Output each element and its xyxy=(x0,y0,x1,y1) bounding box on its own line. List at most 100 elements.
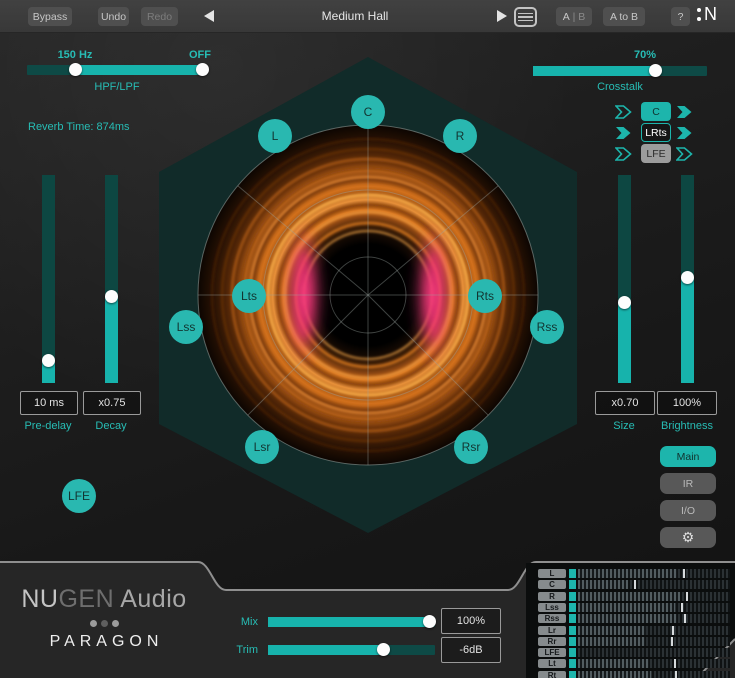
meter-row-lss: Lss xyxy=(538,603,732,612)
meter-bar xyxy=(578,671,730,678)
meter-bar xyxy=(578,580,730,589)
meter-row-r: R xyxy=(538,592,732,601)
meter-label: Lss xyxy=(538,603,566,612)
meter-bar xyxy=(578,637,730,646)
ab-compare-button[interactable]: A | B xyxy=(556,7,592,26)
meter-bar xyxy=(578,592,730,601)
meter-peak-tick xyxy=(686,592,688,601)
meter-peak-tick xyxy=(683,569,685,578)
meter-input-block xyxy=(569,569,576,578)
channel-node-c[interactable]: C xyxy=(351,95,385,129)
mix-value-box[interactable]: 100% xyxy=(441,608,501,634)
trim-handle[interactable] xyxy=(377,643,390,656)
meter-row-lr: Lr xyxy=(538,626,732,635)
meter-row-rt: Rt xyxy=(538,671,732,678)
meter-bar xyxy=(578,626,730,635)
meter-peak-tick xyxy=(674,659,676,668)
tab-main[interactable]: Main xyxy=(660,446,716,467)
previous-preset-icon[interactable] xyxy=(204,10,214,22)
channel-node-rts[interactable]: Rts xyxy=(468,279,502,313)
meter-bar xyxy=(578,603,730,612)
channel-node-rsr[interactable]: Rsr xyxy=(454,430,488,464)
meter-peak-tick xyxy=(684,614,686,623)
mix-handle[interactable] xyxy=(423,615,436,628)
brand-name: NUGEN Audio xyxy=(14,585,194,614)
channel-node-lfe[interactable]: LFE xyxy=(62,479,96,513)
preset-name[interactable]: Medium Hall xyxy=(220,9,490,23)
next-preset-icon[interactable] xyxy=(497,10,507,22)
trim-label: Trim xyxy=(198,644,258,656)
a-to-b-button[interactable]: A to B xyxy=(603,7,645,26)
paragon-plugin-window: Bypass Undo Redo Medium Hall A | B A to … xyxy=(0,0,735,678)
meter-row-l: L xyxy=(538,569,732,578)
brightness-value-box[interactable]: 100% xyxy=(657,391,717,415)
nugen-n-logo: N xyxy=(697,5,717,23)
gear-icon: ⚙ xyxy=(682,529,695,546)
channel-node-lss[interactable]: Lss xyxy=(169,310,203,344)
tab-ir[interactable]: IR xyxy=(660,473,716,494)
meter-label: Rss xyxy=(538,614,566,623)
logo-dots-icon xyxy=(697,8,701,21)
product-name: PARAGON xyxy=(14,633,194,651)
pre-delay-value-box[interactable]: 10 ms xyxy=(20,391,78,415)
ab-a-label: A xyxy=(563,11,570,23)
meter-peak-tick xyxy=(675,671,677,678)
brand-dots-icon xyxy=(14,620,194,627)
meter-input-block xyxy=(569,592,576,601)
meter-input-block xyxy=(569,648,576,657)
trim-slider[interactable] xyxy=(268,645,435,655)
meter-peak-tick xyxy=(681,603,683,612)
meter-input-block xyxy=(569,626,576,635)
ab-separator: | xyxy=(573,11,576,23)
meter-bar xyxy=(578,614,730,623)
footer-panel: NUGEN Audio PARAGON Mix 100% Trim -6dB L… xyxy=(0,558,735,678)
meter-row-lt: Lt xyxy=(538,659,732,668)
meter-input-block xyxy=(569,637,576,646)
brand-block: NUGEN Audio PARAGON xyxy=(14,585,194,651)
channel-node-l[interactable]: L xyxy=(258,119,292,153)
channel-node-lsr[interactable]: Lsr xyxy=(245,430,279,464)
channel-node-lts[interactable]: Lts xyxy=(232,279,266,313)
meter-row-rss: Rss xyxy=(538,614,732,623)
settings-button[interactable]: ⚙ xyxy=(660,527,716,548)
meter-bar xyxy=(578,569,730,578)
meter-bar xyxy=(578,659,730,668)
meter-bar xyxy=(578,648,730,657)
meter-peak-tick xyxy=(634,580,636,589)
size-value-box[interactable]: x0.70 xyxy=(595,391,655,415)
tab-io[interactable]: I/O xyxy=(660,500,716,521)
meter-input-block xyxy=(569,614,576,623)
meter-input-block xyxy=(569,659,576,668)
ab-b-label: B xyxy=(578,11,585,23)
mix-label: Mix xyxy=(198,616,258,628)
meter-label: Rt xyxy=(538,671,566,678)
preset-list-icon[interactable] xyxy=(514,7,537,27)
meter-label: LFE xyxy=(538,648,566,657)
meter-label: R xyxy=(538,592,566,601)
meter-peak-tick xyxy=(672,626,674,635)
meter-input-block xyxy=(569,580,576,589)
bypass-button[interactable]: Bypass xyxy=(28,7,72,26)
meter-input-block xyxy=(569,671,576,678)
undo-button[interactable]: Undo xyxy=(98,7,129,26)
meter-row-lfe: LFE xyxy=(538,648,732,657)
decay-value-box[interactable]: x0.75 xyxy=(83,391,141,415)
meter-row-rr: Rr xyxy=(538,637,732,646)
meter-label: Lr xyxy=(538,626,566,635)
mix-slider[interactable] xyxy=(268,617,435,627)
meter-label: Lt xyxy=(538,659,566,668)
meter-label: C xyxy=(538,580,566,589)
meter-input-block xyxy=(569,603,576,612)
output-meters: LCR Lss Rss Lr Rr LFE Lt Rt xyxy=(538,569,732,677)
meter-peak-tick xyxy=(671,637,673,646)
channel-node-rss[interactable]: Rss xyxy=(530,310,564,344)
meter-row-c: C xyxy=(538,580,732,589)
redo-button[interactable]: Redo xyxy=(141,7,178,26)
channel-node-r[interactable]: R xyxy=(443,119,477,153)
title-bar: Bypass Undo Redo Medium Hall A | B A to … xyxy=(0,0,735,33)
meter-label: Rr xyxy=(538,637,566,646)
meter-label: L xyxy=(538,569,566,578)
trim-value-box[interactable]: -6dB xyxy=(441,637,501,663)
logo-letter: N xyxy=(704,5,717,23)
help-button[interactable]: ? xyxy=(671,7,690,26)
